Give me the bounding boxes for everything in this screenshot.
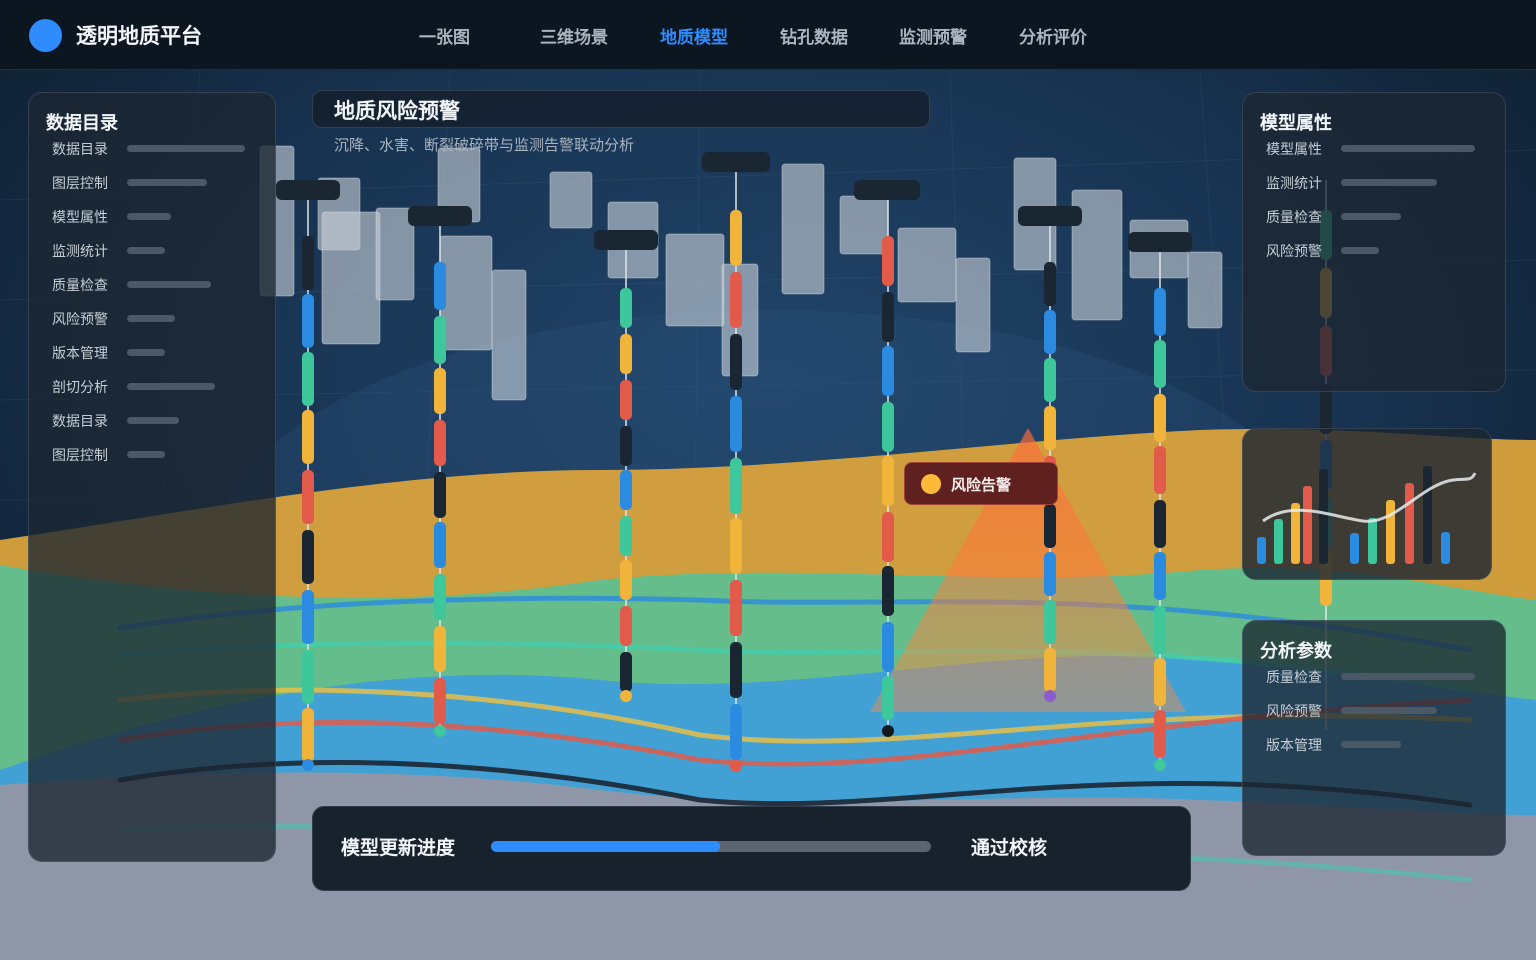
catalog-item-model-attributes[interactable]: 模型属性: [52, 207, 108, 227]
chart-bar: [1386, 500, 1395, 564]
attr-item-monitoring-stats[interactable]: 监测统计: [1266, 173, 1322, 193]
catalog-item-bar: [127, 145, 245, 152]
catalog-item-data-catalog[interactable]: 数据目录: [52, 139, 108, 159]
catalog-item-version-management[interactable]: 版本管理: [52, 343, 108, 363]
catalog-item-bar: [127, 349, 165, 356]
nav-item-map[interactable]: 一张图: [419, 23, 470, 48]
catalog-item-data-catalog-2[interactable]: 数据目录: [52, 411, 108, 431]
top-navigation-bar: 透明地质平台 一张图 三维场景 地质模型 钻孔数据 监测预警 分析评价: [0, 0, 1536, 70]
chart-bar: [1423, 466, 1432, 564]
catalog-item-quality-check[interactable]: 质量检查: [52, 275, 108, 295]
attr-item-model-attributes[interactable]: 模型属性: [1266, 139, 1322, 159]
chart-bar: [1291, 503, 1300, 564]
view-title: 地质风险预警: [334, 99, 460, 123]
catalog-item-bar: [127, 179, 207, 186]
attr-item-bar: [1341, 179, 1437, 186]
model-attributes-panel: 模型属性 模型属性 监测统计 质量检查 风险预警: [1242, 92, 1506, 392]
nav-item-geo-model[interactable]: 地质模型: [660, 23, 728, 48]
attr-item-bar: [1341, 145, 1475, 152]
chart-bar: [1319, 469, 1328, 564]
param-item-bar: [1341, 741, 1401, 748]
param-item-quality-check[interactable]: 质量检查: [1266, 667, 1322, 687]
chart-bar: [1303, 486, 1312, 564]
logo-icon: [29, 19, 62, 52]
analysis-params-title: 分析参数: [1260, 641, 1332, 662]
catalog-item-risk-warning[interactable]: 风险预警: [52, 309, 108, 329]
chart-bar: [1405, 483, 1414, 564]
nav-item-monitoring[interactable]: 监测预警: [899, 23, 967, 48]
catalog-item-bar: [127, 315, 175, 322]
chart-bar: [1350, 533, 1359, 564]
catalog-item-monitoring-stats[interactable]: 监测统计: [52, 241, 108, 261]
nav-item-3d-scene[interactable]: 三维场景: [540, 23, 608, 48]
catalog-item-bar: [127, 247, 165, 254]
catalog-item-layer-control[interactable]: 图层控制: [52, 173, 108, 193]
chart-bar: [1368, 518, 1377, 564]
catalog-item-bar: [127, 213, 171, 220]
model-update-progress-panel: 模型更新进度 通过校核: [312, 806, 1191, 891]
attr-item-bar: [1341, 247, 1379, 254]
catalog-item-bar: [127, 281, 211, 288]
param-item-bar: [1341, 673, 1475, 680]
attr-item-risk-warning[interactable]: 风险预警: [1266, 241, 1322, 261]
left-panel-title: 数据目录: [46, 113, 118, 134]
mini-trend-chart-panel: [1242, 428, 1492, 580]
left-data-catalog-panel: 数据目录 数据目录 图层控制 模型属性 监测统计 质量检查 风险预警 版本管理 …: [28, 92, 276, 862]
alert-dot-icon: [921, 474, 941, 494]
chart-bar: [1441, 532, 1450, 564]
analysis-params-panel: 分析参数 质量检查 风险预警 版本管理: [1242, 620, 1506, 856]
param-item-risk-warning[interactable]: 风险预警: [1266, 701, 1322, 721]
risk-alert-label: 风险告警: [951, 476, 1012, 494]
param-item-version-management[interactable]: 版本管理: [1266, 735, 1322, 755]
mini-trend-chart: [1257, 466, 1477, 564]
attr-item-quality-check[interactable]: 质量检查: [1266, 207, 1322, 227]
attr-item-bar: [1341, 213, 1401, 220]
model-attributes-title: 模型属性: [1260, 113, 1332, 134]
view-subtitle: 沉降、水害、断裂破碎带与监测告警联动分析: [334, 136, 635, 154]
risk-alert-badge[interactable]: 风险告警: [904, 462, 1058, 505]
nav-item-borehole[interactable]: 钻孔数据: [780, 23, 848, 48]
progress-fill: [491, 841, 720, 852]
param-item-bar: [1341, 707, 1437, 714]
catalog-item-bar: [127, 417, 179, 424]
progress-label: 模型更新进度: [341, 837, 456, 859]
nav-item-analysis[interactable]: 分析评价: [1019, 23, 1087, 48]
chart-bar: [1274, 519, 1283, 564]
progress-track: [491, 841, 931, 852]
catalog-item-section-analysis[interactable]: 剖切分析: [52, 377, 108, 397]
catalog-item-bar: [127, 451, 165, 458]
catalog-item-bar: [127, 383, 215, 390]
progress-status: 通过校核: [971, 837, 1048, 859]
chart-bar: [1257, 537, 1266, 564]
catalog-item-layer-control-2[interactable]: 图层控制: [52, 445, 108, 465]
app-title: 透明地质平台: [76, 24, 202, 48]
